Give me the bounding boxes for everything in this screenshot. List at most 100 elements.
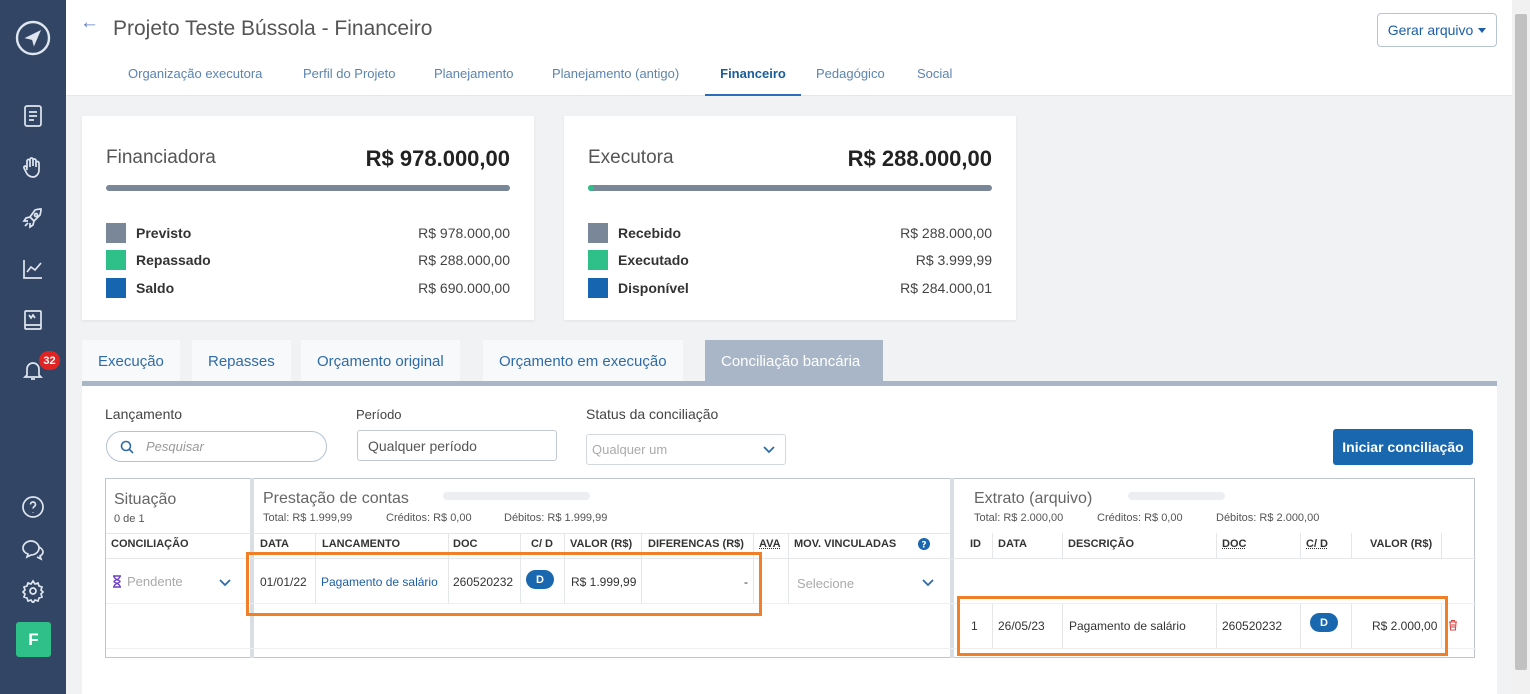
user-avatar[interactable]: F xyxy=(16,622,51,657)
col-conciliacao: CONCILIAÇÃO xyxy=(111,538,189,550)
col-diferencas: DIFERENCAS (R$) xyxy=(648,538,744,550)
col-data: DATA xyxy=(998,538,1027,550)
tab-planejamento[interactable]: Planejamento xyxy=(434,66,514,96)
prestacao-progress xyxy=(443,492,590,500)
tab-organizacao-executora[interactable]: Organização executora xyxy=(128,66,262,96)
svg-text:?: ? xyxy=(921,541,926,551)
prestacao-creditos: Créditos: R$ 0,00 xyxy=(386,512,472,524)
status-dropdown-icon[interactable] xyxy=(219,579,231,587)
col-divider xyxy=(992,533,993,558)
status-value: Qualquer um xyxy=(592,442,668,457)
card-total: R$ 288.000,00 xyxy=(847,146,992,171)
situacao-count: 0 de 1 xyxy=(114,513,145,525)
card-row-previsto: Previsto R$ 978.000,00 xyxy=(106,223,510,243)
tab-execucao[interactable]: Execução xyxy=(82,340,180,382)
row-value: R$ 288.000,00 xyxy=(418,252,510,268)
row-label: Executado xyxy=(618,252,689,268)
compass-logo-icon[interactable] xyxy=(15,20,51,56)
periodo-label: Período xyxy=(356,407,402,422)
chat-icon[interactable] xyxy=(17,533,49,565)
card-row-saldo: Saldo R$ 690.000,00 xyxy=(106,278,510,298)
chevron-down-icon xyxy=(763,446,775,454)
periodo-select[interactable]: Qualquer período xyxy=(357,430,557,461)
status-label: Status da conciliação xyxy=(586,406,719,422)
tab-conciliacao-bancaria[interactable]: Conciliação bancária xyxy=(705,340,883,382)
row-label: Repassado xyxy=(136,252,211,268)
col-mov-vinculadas: MOV. VINCULADAS xyxy=(794,538,897,550)
status-select[interactable]: Qualquer um xyxy=(586,434,786,465)
gerar-arquivo-button[interactable]: Gerar arquivo xyxy=(1377,13,1497,47)
legend-swatch xyxy=(106,278,126,298)
search-input[interactable]: Pesquisar xyxy=(106,431,327,462)
tab-pedagogico[interactable]: Pedagógico xyxy=(816,66,885,96)
row-value: R$ 690.000,00 xyxy=(418,280,510,296)
extrato-creditos: Créditos: R$ 0,00 xyxy=(1097,512,1183,524)
legend-swatch xyxy=(588,278,608,298)
col-lancamento: LANCAMENTO xyxy=(322,538,401,550)
help-circle-icon[interactable]: ? xyxy=(918,538,930,550)
legend-swatch xyxy=(106,223,126,243)
tab-orcamento-original[interactable]: Orçamento original xyxy=(301,340,460,382)
status-pendente: Pendente xyxy=(127,574,183,589)
tab-social[interactable]: Social xyxy=(917,66,952,96)
legend-swatch xyxy=(588,223,608,243)
help-icon[interactable] xyxy=(17,491,49,523)
hand-heart-icon[interactable] xyxy=(17,152,49,184)
row-value: R$ 978.000,00 xyxy=(418,225,510,241)
back-arrow-icon[interactable]: ← xyxy=(80,12,99,34)
tab-orcamento-em-execucao[interactable]: Orçamento em execução xyxy=(483,340,683,382)
extrato-progress xyxy=(1128,492,1225,500)
progress-fill xyxy=(588,185,594,191)
rocket-icon[interactable] xyxy=(17,202,49,234)
situacao-status: Pendente xyxy=(112,574,183,589)
highlight-extrato-row xyxy=(957,596,1448,656)
gear-icon[interactable] xyxy=(17,575,49,607)
col-valor: VALOR (R$) xyxy=(570,538,633,550)
col-id: ID xyxy=(970,538,981,550)
notification-count-badge: 32 xyxy=(39,351,60,370)
col-valor: VALOR (R$) xyxy=(1370,538,1433,550)
col-cd: C/ D xyxy=(531,538,553,550)
col-divider xyxy=(1441,533,1442,558)
row-label: Saldo xyxy=(136,280,175,296)
card-progress-bar xyxy=(106,185,510,191)
document-icon[interactable] xyxy=(17,100,49,132)
iniciar-conciliacao-button[interactable]: Iniciar conciliação xyxy=(1333,429,1473,465)
conciliacao-panel: Lançamento Pesquisar Período Qualquer pe… xyxy=(82,386,1497,694)
legend-swatch xyxy=(106,250,126,270)
card-row-disponivel: Disponível R$ 284.000,01 xyxy=(588,278,992,298)
card-row-repassado: Repassado R$ 288.000,00 xyxy=(106,250,510,270)
section-divider xyxy=(950,478,954,658)
chevron-down-icon[interactable] xyxy=(922,579,934,587)
row-value: R$ 288.000,00 xyxy=(900,225,992,241)
caret-down-icon xyxy=(1478,27,1487,33)
mov-vinculadas-select[interactable]: Selecione xyxy=(797,576,854,591)
col-ava: AVA xyxy=(759,538,781,550)
trash-icon[interactable] xyxy=(1448,619,1458,631)
extrato-total: Total: R$ 2.000,00 xyxy=(974,512,1064,524)
col-divider xyxy=(1062,533,1063,558)
chart-trend-icon[interactable] xyxy=(17,253,49,285)
page-title: Projeto Teste Bússola - Financeiro xyxy=(113,17,433,40)
scrollbar-thumb[interactable] xyxy=(1515,14,1527,670)
tab-perfil-do-projeto[interactable]: Perfil do Projeto xyxy=(303,66,396,96)
card-total: R$ 978.000,00 xyxy=(365,146,510,171)
col-cd: C/ D xyxy=(1306,538,1328,550)
col-divider xyxy=(1216,533,1217,558)
book-icon[interactable] xyxy=(17,304,49,336)
prestacao-debitos: Débitos: R$ 1.999,99 xyxy=(504,512,608,524)
tab-financeiro[interactable]: Financeiro xyxy=(705,66,801,96)
executora-card: Executora R$ 288.000,00 Recebido R$ 288.0… xyxy=(564,116,1016,320)
lancamento-label: Lançamento xyxy=(105,406,183,422)
prestacao-title: Prestação de contas xyxy=(263,490,409,507)
page-header: ← Projeto Teste Bússola - Financeiro Ger… xyxy=(66,0,1512,96)
row-value: R$ 3.999,99 xyxy=(915,252,992,268)
search-placeholder: Pesquisar xyxy=(146,439,204,454)
tab-repasses[interactable]: Repasses xyxy=(192,340,291,382)
tab-planejamento-antigo[interactable]: Planejamento (antigo) xyxy=(552,66,679,96)
card-title: Executora xyxy=(588,147,674,168)
sidebar: 32 F xyxy=(0,0,66,694)
card-row-executado: Executado R$ 3.999,99 xyxy=(588,250,992,270)
col-doc: DOC xyxy=(453,538,478,550)
financiadora-card: Financiadora R$ 978.000,00 Previsto R$ 97… xyxy=(82,116,534,320)
